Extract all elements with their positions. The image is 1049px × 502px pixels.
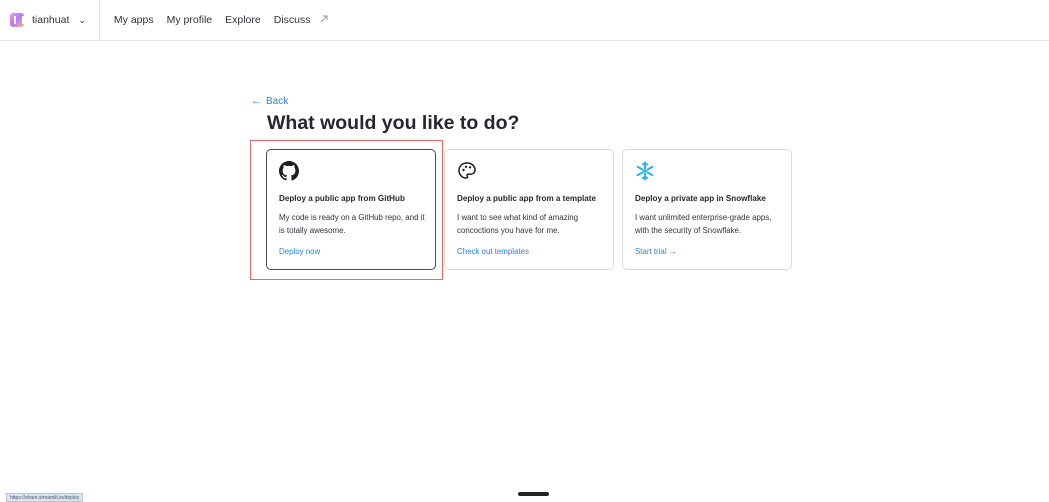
home-indicator bbox=[518, 492, 549, 496]
card-description: I want to see what kind of amazing conco… bbox=[457, 213, 579, 235]
github-icon bbox=[279, 161, 299, 181]
arrow-left-icon: ← bbox=[251, 95, 262, 107]
card-description: I want unlimited enterprise-grade apps, … bbox=[635, 213, 772, 235]
workspace-switcher[interactable]: tianhuat ⌄ bbox=[0, 0, 100, 41]
back-link[interactable]: ← Back bbox=[251, 95, 288, 107]
chevron-down-icon: ⌄ bbox=[78, 14, 86, 25]
card-title: Deploy a public app from a template bbox=[457, 194, 596, 203]
nav-link-discuss[interactable]: Discuss bbox=[274, 14, 330, 26]
nav-link-my-apps[interactable]: My apps bbox=[114, 14, 154, 26]
workspace-name: tianhuat bbox=[32, 14, 70, 26]
deploy-template-card[interactable]: Deploy a public app from a template I wa… bbox=[444, 149, 614, 270]
deploy-github-card[interactable]: Deploy a public app from GitHub My code … bbox=[266, 149, 436, 270]
card-title: Deploy a private app in Snowflake bbox=[635, 194, 766, 203]
palette-icon bbox=[458, 162, 476, 179]
top-navigation: tianhuat ⌄ My apps My profile Explore Di… bbox=[0, 0, 1049, 41]
card-title: Deploy a public app from GitHub bbox=[279, 194, 405, 203]
nav-link-my-profile[interactable]: My profile bbox=[167, 14, 213, 26]
nav-link-discuss-label: Discuss bbox=[273, 14, 311, 26]
start-trial-link[interactable]: Start trial → bbox=[635, 247, 677, 256]
card-description: My code is ready on a GitHub repo, and i… bbox=[279, 213, 425, 235]
back-label: Back bbox=[266, 95, 289, 107]
deploy-now-link[interactable]: Deploy now bbox=[279, 247, 320, 256]
nav-link-explore[interactable]: Explore bbox=[225, 14, 261, 26]
status-url-tooltip: https://share.streamlit.io/deploy bbox=[6, 493, 84, 502]
page-title: What would you like to do? bbox=[267, 112, 520, 134]
snowflake-icon bbox=[636, 161, 654, 181]
deploy-snowflake-card[interactable]: Deploy a private app in Snowflake I want… bbox=[622, 149, 792, 270]
external-link-icon bbox=[321, 15, 328, 23]
check-out-templates-link[interactable]: Check out templates bbox=[457, 247, 529, 256]
workspace-logo-icon bbox=[10, 13, 24, 27]
